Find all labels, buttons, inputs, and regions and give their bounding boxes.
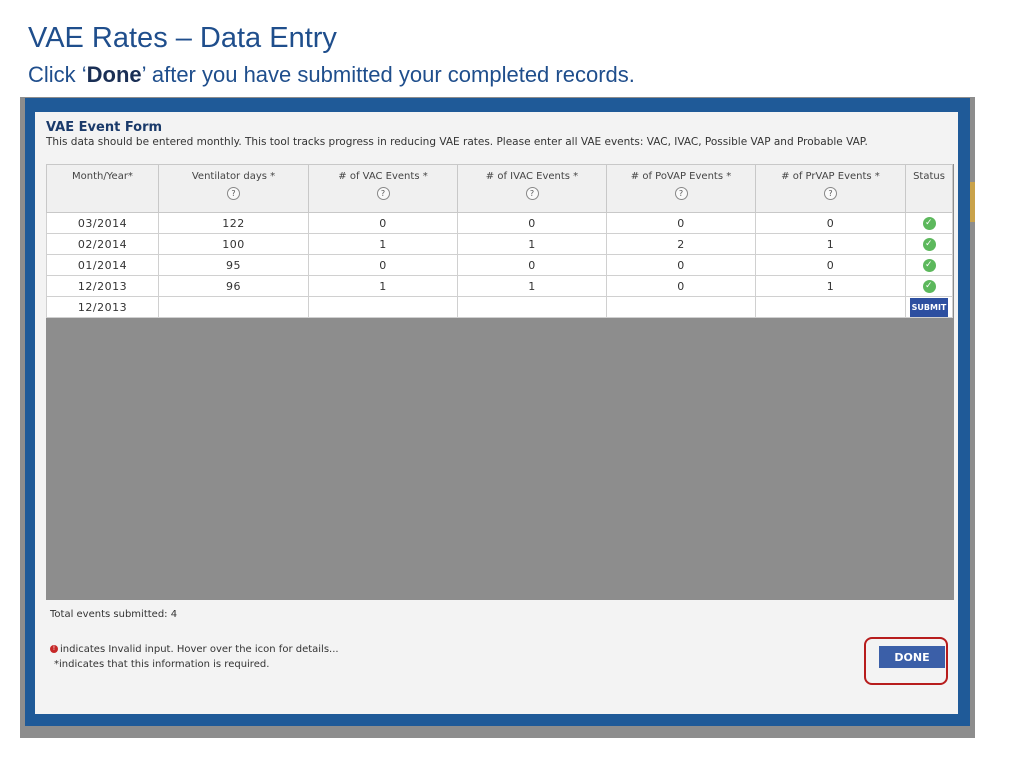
input-prvap[interactable] <box>755 296 906 318</box>
new-entry-row: 12/2013 SUBMIT <box>46 296 953 318</box>
slide-subtitle: Click ‘Done’ after you have submitted yo… <box>28 62 635 88</box>
cell-month-new[interactable]: 12/2013 <box>46 296 159 318</box>
col-header-month: Month/Year* <box>46 164 159 213</box>
check-icon: ✓ <box>922 237 936 251</box>
cell-vac: 0 <box>308 254 458 276</box>
cell-prvap: 1 <box>755 233 906 255</box>
data-grid-area: Month/Year* Ventilator days *? # of VAC … <box>46 164 954 600</box>
input-vent-days[interactable] <box>158 296 309 318</box>
cell-status: SUBMIT <box>905 296 953 318</box>
cell-month: 03/2014 <box>46 212 159 234</box>
col-header-ivac: # of IVAC Events *? <box>457 164 607 213</box>
cell-vent-days: 100 <box>158 233 309 255</box>
cell-status: ✓ <box>905 233 953 255</box>
input-povap[interactable] <box>606 296 756 318</box>
subtitle-bold: Done <box>86 62 142 87</box>
col-header-vac: # of VAC Events *? <box>308 164 458 213</box>
input-vac[interactable] <box>308 296 458 318</box>
col-header-prvap: # of PrVAP Events *? <box>755 164 906 213</box>
col-header-vent-days: Ventilator days *? <box>158 164 309 213</box>
help-icon[interactable]: ? <box>227 187 240 200</box>
done-button[interactable]: DONE <box>879 646 945 668</box>
cell-povap: 2 <box>606 233 756 255</box>
error-icon: ! <box>50 645 58 653</box>
cell-vent-days: 96 <box>158 275 309 297</box>
modal-content: VAE Event Form This data should be enter… <box>35 112 958 714</box>
vae-events-table: Month/Year* Ventilator days *? # of VAC … <box>46 164 953 318</box>
cell-month: 12/2013 <box>46 275 159 297</box>
vae-event-form-modal: VAE Event Form This data should be enter… <box>25 98 970 726</box>
cell-vac: 1 <box>308 233 458 255</box>
cell-ivac: 0 <box>457 254 607 276</box>
cell-status: ✓ <box>905 254 953 276</box>
form-title: VAE Event Form <box>46 120 163 135</box>
check-icon: ✓ <box>922 258 936 272</box>
cell-vac: 1 <box>308 275 458 297</box>
help-icon[interactable]: ? <box>674 187 688 200</box>
cell-povap: 0 <box>606 212 756 234</box>
table-row: 02/2014 100 1 1 2 1 ✓ <box>46 233 953 255</box>
cell-ivac: 0 <box>457 212 607 234</box>
input-ivac[interactable] <box>457 296 607 318</box>
slide-title: VAE Rates – Data Entry <box>28 22 337 54</box>
cell-status: ✓ <box>905 212 953 234</box>
cell-prvap: 1 <box>755 275 906 297</box>
cell-povap: 0 <box>606 254 756 276</box>
check-icon: ✓ <box>922 216 936 230</box>
table-header-row: Month/Year* Ventilator days *? # of VAC … <box>46 164 953 213</box>
help-icon[interactable]: ? <box>376 187 390 200</box>
table-row: 12/2013 96 1 1 0 1 ✓ <box>46 275 953 297</box>
subtitle-post: ’ after you have submitted your complete… <box>141 62 635 87</box>
cell-month: 01/2014 <box>46 254 159 276</box>
cell-povap: 0 <box>606 275 756 297</box>
check-icon: ✓ <box>922 279 936 293</box>
submit-button[interactable]: SUBMIT <box>909 297 949 317</box>
table-row: 03/2014 122 0 0 0 0 ✓ <box>46 212 953 234</box>
total-events-label: Total events submitted: 4 <box>50 609 178 620</box>
cell-vac: 0 <box>308 212 458 234</box>
legend-invalid: ! indicates Invalid input. Hover over the… <box>50 644 339 655</box>
cell-ivac: 1 <box>457 233 607 255</box>
cell-prvap: 0 <box>755 212 906 234</box>
table-row: 01/2014 95 0 0 0 0 ✓ <box>46 254 953 276</box>
cell-month: 02/2014 <box>46 233 159 255</box>
form-description: This data should be entered monthly. Thi… <box>46 136 868 148</box>
col-header-status: Status <box>905 164 953 213</box>
cell-prvap: 0 <box>755 254 906 276</box>
cell-vent-days: 122 <box>158 212 309 234</box>
legend-required: *indicates that this information is requ… <box>54 659 270 670</box>
help-icon[interactable]: ? <box>824 187 837 200</box>
subtitle-pre: Click ‘ <box>28 62 87 87</box>
help-icon[interactable]: ? <box>525 187 539 200</box>
cell-ivac: 1 <box>457 275 607 297</box>
col-header-povap: # of PoVAP Events *? <box>606 164 756 213</box>
cell-vent-days: 95 <box>158 254 309 276</box>
cell-status: ✓ <box>905 275 953 297</box>
